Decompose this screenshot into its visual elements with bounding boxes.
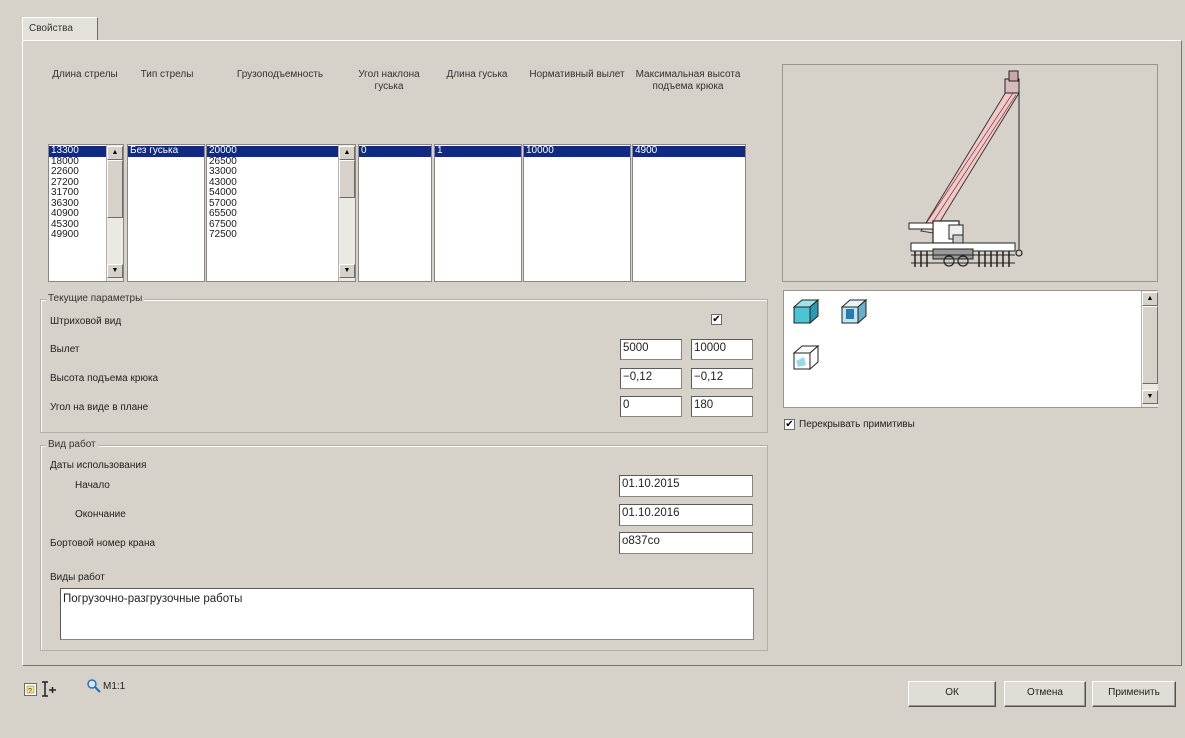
column-header-capacity: Грузоподъемность bbox=[236, 69, 324, 80]
crane-number-input[interactable]: о837со bbox=[619, 532, 753, 554]
max-hook-height-list[interactable]: 4900 bbox=[632, 144, 746, 282]
scroll-thumb[interactable] bbox=[339, 160, 355, 198]
boom-type-list[interactable]: Без гуська bbox=[127, 144, 205, 282]
boom-length-list-item[interactable]: 13300 bbox=[49, 145, 106, 157]
cube-wireframe-icon[interactable] bbox=[792, 343, 820, 373]
pick-point-icon[interactable] bbox=[41, 680, 57, 698]
view-mode-panel: ▲ ▼ bbox=[783, 290, 1158, 408]
scroll-down-button[interactable]: ▼ bbox=[339, 264, 355, 278]
boom-length-scrollbar[interactable]: ▲ ▼ bbox=[106, 145, 123, 281]
reach-max-input[interactable]: 10000 bbox=[691, 339, 753, 360]
apply-button[interactable]: Применить bbox=[1092, 681, 1176, 707]
column-header-boom-length: Длина стрелы bbox=[52, 69, 118, 80]
hook-height-label: Высота подъема крюка bbox=[50, 373, 159, 384]
cancel-button[interactable]: Отмена bbox=[1004, 681, 1086, 707]
column-header-boom-type: Тип стрелы bbox=[140, 69, 194, 80]
jib-length-list[interactable]: 1 bbox=[434, 144, 522, 282]
scroll-thumb[interactable] bbox=[107, 160, 123, 218]
scale-label: M1:1 bbox=[103, 681, 126, 692]
svg-text:?: ? bbox=[28, 688, 32, 695]
capacity-list-item[interactable]: 65500 bbox=[207, 208, 338, 220]
work-kinds-textarea[interactable]: Погрузочно-разгрузочные работы bbox=[60, 588, 754, 640]
hatch-view-label: Штриховой вид bbox=[50, 316, 122, 327]
capacity-list-item[interactable]: 33000 bbox=[207, 166, 338, 178]
reach-min-input[interactable]: 5000 bbox=[620, 339, 682, 360]
plan-angle-max-input[interactable]: 180 bbox=[691, 396, 753, 417]
column-header-jib-length: Длина гуська bbox=[446, 69, 508, 80]
help-icon[interactable]: ? bbox=[24, 683, 37, 696]
plan-angle-label: Угол на виде в плане bbox=[50, 402, 149, 413]
column-header-max-hook-height: Максимальная высота подъема крюка bbox=[635, 69, 741, 92]
jib-angle-list-item[interactable]: 0 bbox=[359, 145, 431, 157]
cube-shaded-icon[interactable] bbox=[840, 297, 868, 327]
start-date-input[interactable]: 01.10.2015 bbox=[619, 475, 753, 497]
normative-reach-list[interactable]: 10000 bbox=[523, 144, 631, 282]
crane-drawing bbox=[908, 70, 1023, 267]
boom-length-list-item[interactable]: 31700 bbox=[49, 187, 106, 199]
scroll-thumb[interactable] bbox=[1142, 306, 1158, 384]
scroll-up-button[interactable]: ▲ bbox=[339, 146, 355, 160]
hatch-view-checkbox[interactable]: ✔ bbox=[711, 314, 722, 325]
usage-dates-label: Даты использования bbox=[50, 460, 147, 471]
view-panel-scrollbar[interactable]: ▲ ▼ bbox=[1141, 291, 1158, 407]
crane-number-label: Бортовой номер крана bbox=[50, 538, 156, 549]
scroll-down-button[interactable]: ▼ bbox=[1142, 390, 1158, 404]
boom-length-list-item[interactable]: 49900 bbox=[49, 229, 106, 241]
plan-angle-min-input[interactable]: 0 bbox=[620, 396, 682, 417]
column-header-jib-angle: Угол наклона гуська bbox=[358, 69, 420, 92]
capacity-list-item[interactable]: 54000 bbox=[207, 187, 338, 199]
capacity-list[interactable]: 20000 26500 33000 43000 54000 57000 65500 67500… bbox=[206, 144, 356, 282]
max-hook-height-list-item[interactable]: 4900 bbox=[633, 145, 745, 157]
scroll-up-button[interactable]: ▲ bbox=[1142, 292, 1158, 306]
overlap-primitives-checkbox[interactable]: ✔ bbox=[784, 419, 795, 430]
boom-length-list-item[interactable]: 22600 bbox=[49, 166, 106, 178]
hook-height-min-input[interactable]: −0,12 bbox=[620, 368, 682, 389]
current-params-title: Текущие параметры bbox=[46, 293, 145, 304]
zoom-icon[interactable] bbox=[87, 679, 101, 693]
boom-length-list-item[interactable]: 40900 bbox=[49, 208, 106, 220]
tab-properties[interactable]: Свойства bbox=[22, 17, 98, 41]
start-date-label: Начало bbox=[75, 480, 110, 491]
jib-angle-list[interactable]: 0 bbox=[358, 144, 432, 282]
checkmark-icon: ✔ bbox=[712, 314, 721, 325]
capacity-list-item[interactable]: 20000 bbox=[207, 145, 338, 157]
normative-reach-list-item[interactable]: 10000 bbox=[524, 145, 630, 157]
end-date-label: Окончание bbox=[75, 509, 126, 520]
column-header-normative-reach: Нормативный вылет bbox=[529, 69, 625, 80]
reach-label: Вылет bbox=[50, 344, 80, 355]
work-kinds-label: Виды работ bbox=[50, 572, 105, 583]
checkmark-icon: ✔ bbox=[785, 419, 794, 430]
hook-height-max-input[interactable]: −0,12 bbox=[691, 368, 753, 389]
overlap-primitives-label: Перекрывать примитивы bbox=[799, 419, 915, 430]
capacity-scrollbar[interactable]: ▲ ▼ bbox=[338, 145, 355, 281]
work-type-title: Вид работ bbox=[46, 439, 98, 450]
jib-length-list-item[interactable]: 1 bbox=[435, 145, 521, 157]
cube-solid-icon[interactable] bbox=[792, 297, 820, 327]
scroll-down-button[interactable]: ▼ bbox=[107, 264, 123, 278]
capacity-list-item[interactable]: 72500 bbox=[207, 229, 338, 241]
boom-length-list[interactable]: 13300 18000 22600 27200 31700 36300 40900 45300… bbox=[48, 144, 124, 282]
ok-button[interactable]: ОК bbox=[908, 681, 996, 707]
end-date-input[interactable]: 01.10.2016 bbox=[619, 504, 753, 526]
boom-type-list-item[interactable]: Без гуська bbox=[128, 145, 204, 157]
scroll-up-button[interactable]: ▲ bbox=[107, 146, 123, 160]
crane-preview bbox=[782, 64, 1158, 282]
